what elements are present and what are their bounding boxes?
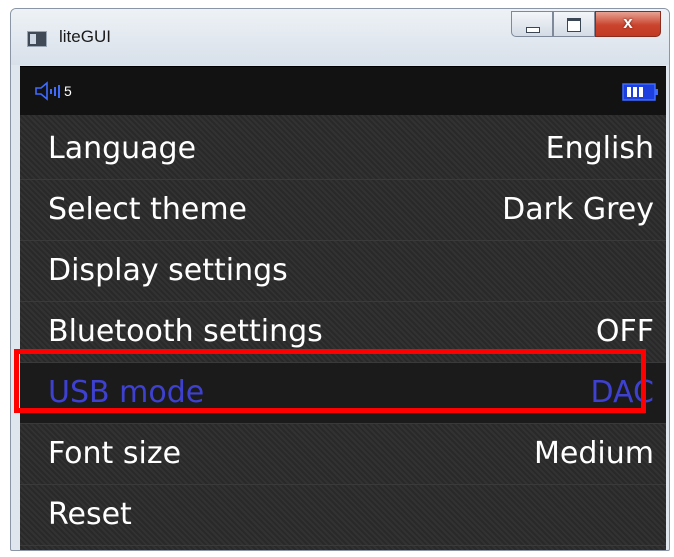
app-window: liteGUI x 5 Language English Select them… [10,8,670,551]
menu-item-reset[interactable]: Reset [20,485,666,546]
menu-item-font-size[interactable]: Font size Medium [20,424,666,485]
menu-item-value: OFF [595,314,654,349]
maximize-icon [567,18,581,32]
close-icon: x [623,13,633,32]
window-controls: x [511,11,661,39]
speaker-icon [35,81,60,101]
app-icon [27,31,47,47]
menu-item-label: Language [48,131,197,166]
title-bar[interactable]: liteGUI x [11,9,669,65]
menu-item-value: DAC [590,375,654,410]
menu-item-label: Bluetooth settings [48,314,323,349]
menu-item-select-theme[interactable]: Select theme Dark Grey [20,180,666,241]
menu-item-bluetooth-settings[interactable]: Bluetooth settings OFF [20,302,666,363]
settings-menu: Language English Select theme Dark Grey … [20,119,666,546]
menu-item-usb-mode[interactable]: USB mode DAC [20,363,666,424]
maximize-button[interactable] [553,11,595,37]
menu-item-value: Dark Grey [502,192,654,227]
close-button[interactable]: x [595,11,661,37]
menu-item-language[interactable]: Language English [20,119,666,180]
menu-item-label: Font size [48,436,182,471]
menu-item-label: Select theme [48,192,247,227]
menu-item-display-settings[interactable]: Display settings [20,241,666,302]
minimize-icon [526,27,540,33]
status-bar: 5 [20,67,666,115]
volume-level: 5 [64,83,72,99]
menu-item-label: Reset [48,497,132,532]
minimize-button[interactable] [511,11,553,37]
menu-item-label: Display settings [48,253,288,288]
battery-icon [622,83,658,101]
menu-item-label: USB mode [48,375,205,410]
device-screen: 5 Language English Select theme Dark Gre… [20,66,666,550]
window-title: liteGUI [59,27,111,46]
menu-item-value: English [545,131,654,166]
menu-item-value: Medium [534,436,654,471]
